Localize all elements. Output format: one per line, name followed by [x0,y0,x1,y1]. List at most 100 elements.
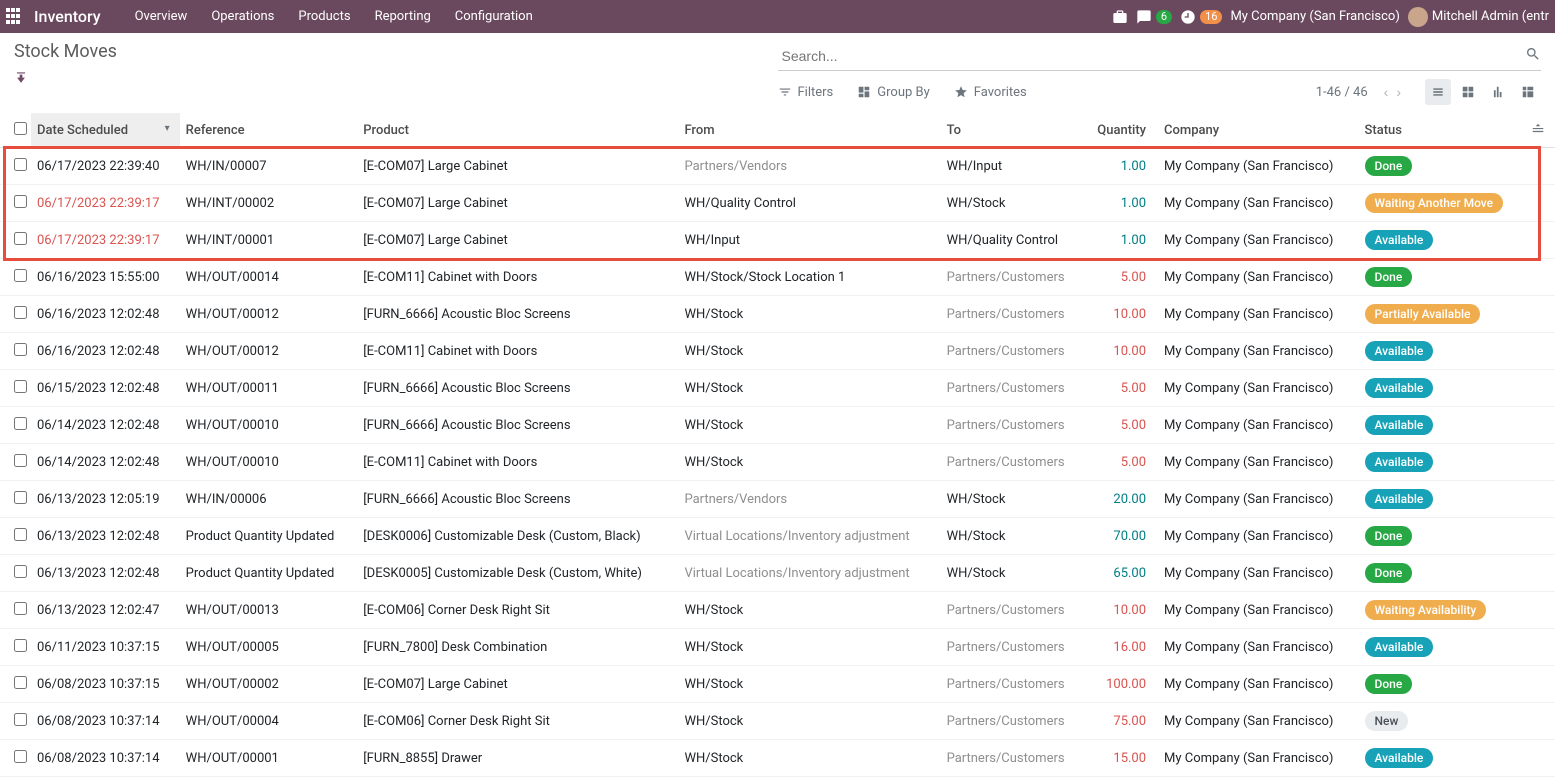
cell-from: WH/Input [678,222,940,259]
search-input[interactable] [778,46,1520,66]
table-row[interactable]: 06/11/2023 10:37:15WH/OUT/00005[FURN_780… [0,629,1555,666]
table-row[interactable]: 06/13/2023 12:02:47WH/OUT/00013[E-COM06]… [0,592,1555,629]
col-from[interactable]: From [678,113,940,148]
row-checkbox[interactable] [14,491,27,504]
cell-from: WH/Stock/Stock Location 1 [678,259,940,296]
table-row[interactable]: 06/13/2023 12:05:19WH/IN/00006[FURN_6666… [0,481,1555,518]
pager-text[interactable]: 1-46 / 46 [1316,85,1368,100]
cell-date: 06/11/2023 10:37:15 [31,629,180,666]
row-checkbox[interactable] [14,528,27,541]
user-menu[interactable]: Mitchell Admin (entr [1408,7,1549,27]
view-graph-button[interactable] [1485,79,1511,105]
table-row[interactable]: 06/15/2023 12:02:48WH/OUT/00011[FURN_666… [0,370,1555,407]
cell-qty: 75.00 [1084,703,1158,740]
table-row[interactable]: 06/13/2023 12:02:48Product Quantity Upda… [0,555,1555,592]
table-row[interactable]: 06/08/2023 10:37:15WH/OUT/00002[E-COM07]… [0,666,1555,703]
cell-date: 06/16/2023 12:02:48 [31,333,180,370]
col-quantity[interactable]: Quantity [1084,113,1158,148]
row-checkbox[interactable] [14,713,27,726]
col-reference[interactable]: Reference [180,113,358,148]
tours-icon[interactable] [1112,9,1128,25]
cell-from: WH/Stock [678,740,940,777]
activities-button[interactable]: 16 [1180,9,1222,25]
view-pivot-button[interactable] [1515,79,1541,105]
cell-to: Partners/Customers [941,259,1085,296]
cell-status: Waiting Another Move [1359,185,1525,222]
cell-qty: 65.00 [1084,555,1158,592]
cell-date: 06/17/2023 22:39:40 [31,148,180,185]
cell-status: Available [1359,370,1525,407]
cell-from: WH/Stock [678,592,940,629]
pager-next[interactable]: › [1392,84,1405,100]
cell-to: Partners/Customers [941,296,1085,333]
col-product[interactable]: Product [357,113,678,148]
row-checkbox[interactable] [14,306,27,319]
filters-button[interactable]: Filters [778,85,834,100]
pager-prev[interactable]: ‹ [1380,84,1393,100]
cell-company: My Company (San Francisco) [1158,333,1358,370]
table-row[interactable]: 06/13/2023 12:02:48Product Quantity Upda… [0,518,1555,555]
nav-link-overview[interactable]: Overview [123,1,200,32]
nav-link-configuration[interactable]: Configuration [443,1,545,32]
cell-from: WH/Stock [678,666,940,703]
row-checkbox[interactable] [14,158,27,171]
table-row[interactable]: 06/14/2023 12:02:48WH/OUT/00010[E-COM11]… [0,444,1555,481]
topnav-right: 6 16 My Company (San Francisco) Mitchell… [1112,7,1549,27]
cell-to: WH/Stock [941,518,1085,555]
row-checkbox[interactable] [14,639,27,652]
export-button[interactable] [14,72,28,88]
table-row[interactable]: 06/17/2023 22:39:40WH/IN/00007[E-COM07] … [0,148,1555,185]
col-date[interactable]: Date Scheduled▾ [31,113,180,148]
view-list-button[interactable] [1425,79,1451,105]
table-row[interactable]: 06/08/2023 10:37:14WH/OUT/00004[E-COM06]… [0,703,1555,740]
table-row[interactable]: 06/17/2023 22:39:17WH/INT/00002[E-COM07]… [0,185,1555,222]
row-checkbox[interactable] [14,380,27,393]
row-checkbox[interactable] [14,343,27,356]
cell-company: My Company (San Francisco) [1158,481,1358,518]
col-to[interactable]: To [941,113,1085,148]
select-all-checkbox[interactable] [14,122,27,135]
table-row[interactable]: 06/16/2023 12:02:48WH/OUT/00012[E-COM11]… [0,333,1555,370]
table-row[interactable]: 06/14/2023 12:02:48WH/OUT/00010[FURN_666… [0,407,1555,444]
table-row[interactable]: 06/16/2023 15:55:00WH/OUT/00014[E-COM11]… [0,259,1555,296]
row-checkbox[interactable] [14,676,27,689]
messages-button[interactable]: 6 [1136,9,1172,25]
col-status[interactable]: Status [1359,113,1525,148]
cell-status: Done [1359,148,1525,185]
table-row[interactable]: 06/08/2023 10:37:14WH/OUT/00001[FURN_885… [0,740,1555,777]
groupby-button[interactable]: Group By [857,85,930,100]
row-checkbox[interactable] [14,602,27,615]
cell-product: [DESK0005] Customizable Desk (Custom, Wh… [357,555,678,592]
row-checkbox[interactable] [14,417,27,430]
cell-product: [FURN_6666] Acoustic Bloc Screens [357,407,678,444]
cell-to: Partners/Customers [941,740,1085,777]
row-checkbox[interactable] [14,195,27,208]
view-kanban-button[interactable] [1455,79,1481,105]
favorites-button[interactable]: Favorites [954,85,1027,100]
row-checkbox[interactable] [14,454,27,467]
search-icon[interactable] [1525,46,1541,66]
row-checkbox[interactable] [14,269,27,282]
row-checkbox[interactable] [14,750,27,763]
nav-link-reporting[interactable]: Reporting [363,1,443,32]
cell-reference: WH/OUT/00014 [180,259,358,296]
app-title[interactable]: Inventory [34,7,101,26]
cell-from: WH/Stock [678,703,940,740]
cell-status: Waiting Availability [1359,592,1525,629]
nav-link-operations[interactable]: Operations [199,1,286,32]
table-row[interactable]: 06/17/2023 22:39:17WH/INT/00001[E-COM07]… [0,222,1555,259]
cell-company: My Company (San Francisco) [1158,592,1358,629]
nav-link-products[interactable]: Products [286,1,362,32]
cell-qty: 5.00 [1084,370,1158,407]
table-row[interactable]: 06/16/2023 12:02:48WH/OUT/00012[FURN_666… [0,296,1555,333]
row-checkbox[interactable] [14,232,27,245]
col-company[interactable]: Company [1158,113,1358,148]
row-checkbox[interactable] [14,565,27,578]
cell-reference: WH/INT/00001 [180,222,358,259]
cell-from: WH/Stock [678,407,940,444]
apps-icon[interactable] [6,8,24,26]
table-wrap: Date Scheduled▾ Reference Product From T… [0,113,1555,777]
cell-reference: WH/OUT/00002 [180,666,358,703]
company-switcher[interactable]: My Company (San Francisco) [1230,9,1399,24]
optional-fields-button[interactable] [1531,124,1545,139]
